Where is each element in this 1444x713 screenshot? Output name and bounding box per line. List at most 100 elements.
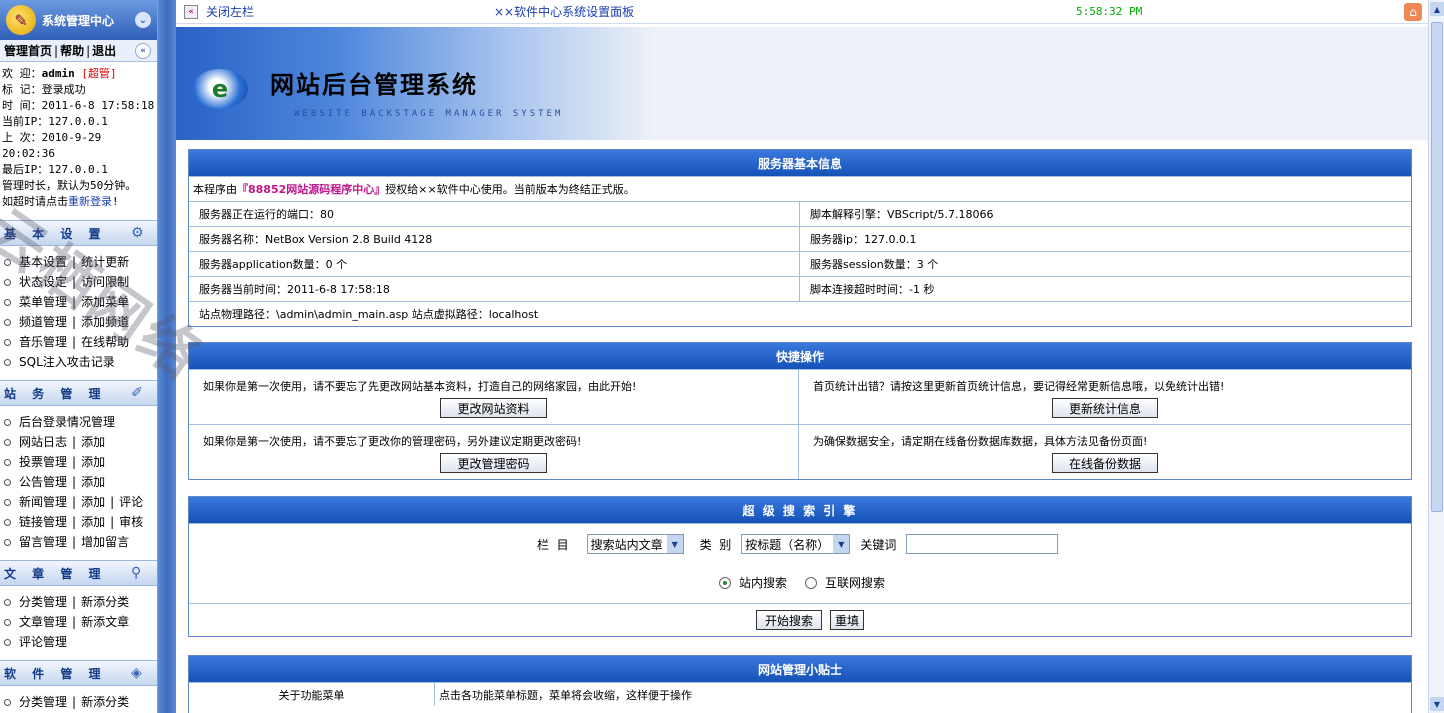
column-select[interactable]: 搜索站内文章 ▼ xyxy=(586,534,684,554)
chevron-down-icon: ▼ xyxy=(833,535,850,553)
sidebar-menu-link[interactable]: 添加菜单 xyxy=(81,292,129,312)
menu-row: 频道管理 | 添加频道 xyxy=(4,312,157,332)
sidebar-menu-link[interactable]: 添加 xyxy=(81,452,105,472)
sidebar-menu-link[interactable]: 评论 xyxy=(119,492,143,512)
sidebar-menu-link[interactable]: 添加 xyxy=(81,492,105,512)
start-search-button[interactable]: 开始搜索 xyxy=(755,610,822,630)
sidebar-toggle-bar[interactable] xyxy=(158,0,176,713)
update-stats-button[interactable]: 更新统计信息 xyxy=(1051,398,1158,418)
sidebar-title: 系统管理中心 xyxy=(42,13,115,28)
sidebar-menu-link[interactable]: 菜单管理 xyxy=(19,292,67,312)
mark-text: 标 记：登录成功 xyxy=(2,83,86,96)
menu-row: 文章管理 | 新添文章 xyxy=(4,612,157,632)
sidebar-menu-link[interactable]: 新添分类 xyxy=(81,692,129,712)
double-chevron-left-icon[interactable]: « xyxy=(184,4,198,19)
sidebar: ✎ 系统管理中心 ⌄ 管理首页 | 帮助 | 退出 « 欢 迎：admin [超管]… xyxy=(0,0,158,713)
sidebar-section-header[interactable]: 站 务 管 理 ✐ xyxy=(0,380,157,406)
separator: | xyxy=(72,335,77,349)
broom-icon: ✐ xyxy=(131,385,143,401)
change-password-button[interactable]: 更改管理密码 xyxy=(440,453,547,473)
sidebar-section-header[interactable]: 基 本 设 置 ⚙ xyxy=(0,220,157,246)
sidebar-menu-link[interactable]: SQL注入攻击记录 xyxy=(19,352,115,372)
bullet-icon xyxy=(4,278,11,286)
sidebar-menu-link[interactable]: 公告管理 xyxy=(19,472,67,492)
intro-highlight: 『88852网站源码程序中心』 xyxy=(237,183,386,196)
reset-button[interactable]: 重填 xyxy=(830,610,865,630)
keyword-input[interactable] xyxy=(906,534,1059,554)
server-info-cell: 服务器正在运行的端口：80 xyxy=(199,208,334,221)
sidebar-menu-link[interactable]: 分类管理 xyxy=(19,692,67,712)
sidebar-menu-link[interactable]: 频道管理 xyxy=(19,312,67,332)
scroll-thumb[interactable] xyxy=(1431,22,1443,512)
sidebar-menu-link[interactable]: 文章管理 xyxy=(19,612,67,632)
logout-link[interactable]: 退出 xyxy=(92,42,116,59)
sidebar-menu-link[interactable]: 审核 xyxy=(119,512,143,532)
scrollbar[interactable]: ▲ ▼ xyxy=(1428,0,1444,713)
sidebar-menu-link[interactable]: 新闻管理 xyxy=(19,492,67,512)
close-left-link[interactable]: 关闭左栏 xyxy=(206,3,254,20)
server-info-row: 服务器名称：NetBox Version 2.8 Build 4128 服务器ip… xyxy=(189,226,1411,251)
intro-suffix: 授权给××软件中心使用。当前版本为终结正式版。 xyxy=(385,183,635,196)
type-select[interactable]: 按标题（名称） ▼ xyxy=(741,534,851,554)
bullet-icon xyxy=(4,518,11,526)
sidebar-menu-link[interactable]: 分类管理 xyxy=(19,592,67,612)
sidebar-section-header[interactable]: 文 章 管 理 ⚲ xyxy=(0,560,157,586)
section-title: 文 章 管 理 xyxy=(4,566,107,581)
sidebar-menu-link[interactable]: 新添文章 xyxy=(81,612,129,632)
server-info-cell: 服务器application数量：0 个 xyxy=(199,258,348,271)
sidebar-menu-link[interactable]: 增加留言 xyxy=(81,532,129,552)
menu-row: 音乐管理 | 在线帮助 xyxy=(4,332,157,352)
separator: | xyxy=(72,255,77,269)
bullet-icon xyxy=(4,338,11,346)
sidebar-menu-link[interactable]: 添加 xyxy=(81,432,105,452)
scroll-up-icon[interactable]: ▲ xyxy=(1430,2,1444,16)
help-link[interactable]: 帮助 xyxy=(60,42,84,59)
sidebar-menu-link[interactable]: 状态设定 xyxy=(19,272,67,292)
banner-subtitle: WEBSITE BACKSTAGE MANAGER SYSTEM xyxy=(294,109,564,119)
sidebar-menu-link[interactable]: 在线帮助 xyxy=(81,332,129,352)
relogin-link[interactable]: 重新登录 xyxy=(68,195,112,208)
scroll-down-icon[interactable]: ▼ xyxy=(1430,697,1444,711)
sidebar-menu-link[interactable]: 基本设置 xyxy=(19,252,67,272)
sidebar-menu-link[interactable]: 留言管理 xyxy=(19,532,67,552)
radio-web-search[interactable] xyxy=(805,576,818,589)
edit-site-info-button[interactable]: 更改网站资料 xyxy=(440,398,547,418)
menu-row: 评论管理 xyxy=(4,632,157,652)
sidebar-menu-link[interactable]: 访问限制 xyxy=(81,272,129,292)
radio-site-search[interactable] xyxy=(719,576,731,589)
server-info-cell: 脚本连接超时时间：-1 秒 xyxy=(799,277,1411,301)
home-icon[interactable]: ⌂ xyxy=(1404,3,1422,21)
sidebar-menu-link[interactable]: 后台登录情况管理 xyxy=(19,412,115,432)
main-panel: « 关闭左栏 ××软件中心系统设置面板 5:58:32 PM ⌂ e 网站后台管… xyxy=(176,0,1428,713)
home-link[interactable]: 管理首页 xyxy=(4,42,52,59)
sidebar-menu-link[interactable]: 评论管理 xyxy=(19,632,67,652)
sidebar-menu-link[interactable]: 添加频道 xyxy=(81,312,129,332)
sidebar-menu-link[interactable]: 音乐管理 xyxy=(19,332,67,352)
sidebar-menu-link[interactable]: 添加 xyxy=(81,512,105,532)
bullet-icon xyxy=(4,458,11,466)
sidebar-menu-link[interactable]: 投票管理 xyxy=(19,452,67,472)
sidebar-menu: 分类管理 | 新添分类 文章管理 | 新添文章 评论管理 xyxy=(0,586,157,652)
server-info-cell: 服务器ip：127.0.0.1 xyxy=(799,227,1411,251)
menu-row: 状态设定 | 访问限制 xyxy=(4,272,157,292)
server-info-cell: 服务器名称：NetBox Version 2.8 Build 4128 xyxy=(199,233,433,246)
sidebar-menu-link[interactable]: 新添分类 xyxy=(81,592,129,612)
sidebar-section-header[interactable]: 软 件 管 理 ◈ xyxy=(0,660,157,686)
sidebar-menu-link[interactable]: 添加 xyxy=(81,472,105,492)
bullet-icon xyxy=(4,638,11,646)
type-select-value: 按标题（名称） xyxy=(745,537,830,552)
separator: | xyxy=(72,475,77,489)
backup-data-button[interactable]: 在线备份数据 xyxy=(1051,453,1158,473)
double-chevron-left-icon[interactable]: « xyxy=(135,43,151,59)
sidebar-menu-link[interactable]: 统计更新 xyxy=(81,252,129,272)
top-bar: « 关闭左栏 ××软件中心系统设置面板 5:58:32 PM ⌂ xyxy=(176,0,1428,24)
sidebar-menu-link[interactable]: 链接管理 xyxy=(19,512,67,532)
bullet-icon xyxy=(4,498,11,506)
clock: 5:58:32 PM xyxy=(1076,5,1143,18)
bullet-icon xyxy=(4,318,11,326)
sidebar-menu-link[interactable]: 网站日志 xyxy=(19,432,67,452)
menu-row: 公告管理 | 添加 xyxy=(4,472,157,492)
collapse-icon[interactable]: ⌄ xyxy=(135,12,151,28)
bullet-icon xyxy=(4,418,11,426)
timeout-suffix: ! xyxy=(112,195,119,208)
